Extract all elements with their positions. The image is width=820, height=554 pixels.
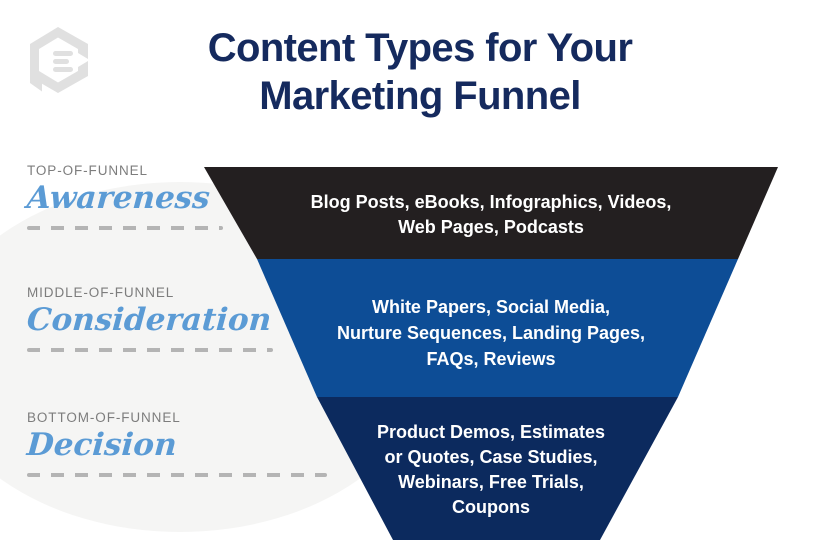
brand-logo <box>22 25 94 95</box>
stage-divider-bottom <box>27 473 327 477</box>
funnel-content-middle: White Papers, Social Media, Nurture Sequ… <box>300 294 682 372</box>
funnel-content-top-line-2: Web Pages, Podcasts <box>398 217 584 237</box>
stage-divider-top <box>27 226 223 230</box>
funnel-content-top-line-1: Blog Posts, eBooks, Infographics, Videos… <box>310 192 672 212</box>
page-title-line-1: Content Types for Your <box>207 26 633 70</box>
stage-name-awareness: Awareness <box>25 180 212 216</box>
stage-eyebrow-top: TOP-OF-FUNNEL <box>27 163 148 178</box>
funnel-content-middle-line-3: FAQs, Reviews <box>426 349 556 369</box>
stage-label-top-of-funnel: TOP-OF-FUNNEL Awareness <box>25 163 223 230</box>
funnel-content-top: Blog Posts, eBooks, Infographics, Videos… <box>265 190 717 240</box>
stage-label-middle-of-funnel: MIDDLE-OF-FUNNEL Consideration <box>25 285 273 352</box>
funnel-content-bottom-line-2: or Quotes, Case Studies, <box>384 447 598 467</box>
stage-eyebrow-middle: MIDDLE-OF-FUNNEL <box>27 285 175 300</box>
stage-divider-middle <box>27 348 273 352</box>
funnel-content-middle-line-1: White Papers, Social Media, <box>371 297 611 317</box>
funnel-content-bottom: Product Demos, Estimates or Quotes, Case… <box>340 420 642 520</box>
stage-eyebrow-bottom: BOTTOM-OF-FUNNEL <box>27 410 181 425</box>
stage-label-bottom-of-funnel: BOTTOM-OF-FUNNEL Decision <box>25 410 327 477</box>
stage-name-decision: Decision <box>25 427 178 463</box>
funnel-content-middle-line-2: Nurture Sequences, Landing Pages, <box>336 323 646 343</box>
stage-name-consideration: Consideration <box>25 302 273 338</box>
page-title-line-2: Marketing Funnel <box>259 74 581 118</box>
funnel-content-bottom-line-4: Coupons <box>452 497 530 517</box>
content-document-hexagon-logo-icon <box>30 27 88 93</box>
funnel-content-bottom-line-3: Webinars, Free Trials, <box>398 472 584 492</box>
page-title: Content Types for Your Marketing Funnel <box>150 24 690 120</box>
infographic-canvas: Content Types for Your Marketing Funnel … <box>0 0 820 554</box>
funnel-content-bottom-line-1: Product Demos, Estimates <box>376 422 606 442</box>
